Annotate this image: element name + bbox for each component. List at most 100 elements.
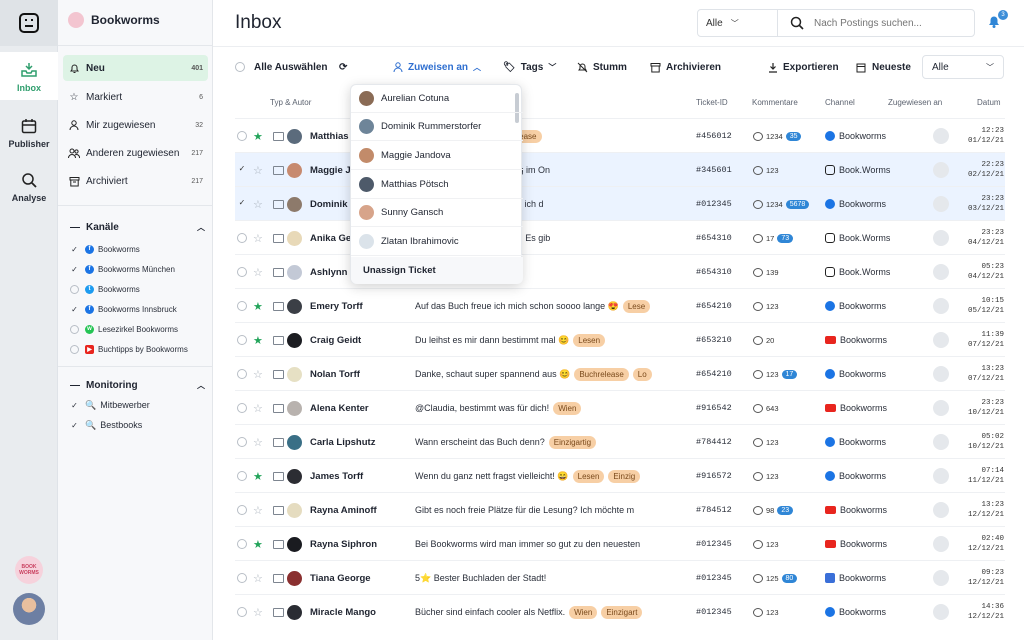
- assignee-avatar[interactable]: [933, 196, 949, 212]
- checkbox[interactable]: [70, 324, 79, 334]
- tags-button[interactable]: 🏷 Tags ﹀: [503, 58, 556, 76]
- refresh-button[interactable]: ⟳: [339, 58, 347, 76]
- checkbox[interactable]: [70, 284, 79, 294]
- assignee-avatar[interactable]: [933, 230, 949, 246]
- column-header-ticket[interactable]: Ticket-ID: [696, 98, 728, 107]
- monitoring-item[interactable]: ✓ 🔍 Mitbewerber: [70, 396, 210, 414]
- checkmark-icon[interactable]: ✓: [70, 401, 79, 410]
- row-checkbox[interactable]: [237, 301, 247, 311]
- tag-badge[interactable]: Lese: [622, 299, 651, 313]
- channel-item[interactable]: ▶ Buchtipps by Bookworms: [70, 340, 210, 358]
- column-header-comments[interactable]: Kommentare: [752, 98, 798, 107]
- star-icon[interactable]: ☆: [253, 266, 263, 279]
- tag-badge[interactable]: Wien: [553, 401, 582, 415]
- status-filter-select[interactable]: Alle ﹀: [922, 55, 1004, 79]
- assignee-avatar[interactable]: [933, 536, 949, 552]
- table-row[interactable]: ☆ Tiana George 5⭐ Bester Buchladen der Sta…: [235, 560, 1005, 594]
- row-checkbox[interactable]: [237, 573, 247, 583]
- checkmark-icon[interactable]: ✓: [70, 305, 79, 314]
- nav-item-archiviert[interactable]: Archiviert 217: [63, 168, 208, 194]
- assignee-avatar[interactable]: [933, 162, 949, 178]
- tag-badge[interactable]: Lesen: [573, 333, 606, 347]
- select-all-checkbox[interactable]: [235, 62, 245, 72]
- row-checkbox[interactable]: [237, 505, 247, 515]
- assignee-avatar[interactable]: [933, 400, 949, 416]
- channel-item[interactable]: w Lesezirkel Bookworms: [70, 320, 210, 338]
- mute-button[interactable]: Stumm: [577, 58, 627, 76]
- column-header-assigned[interactable]: Zugewiesen an: [888, 98, 942, 107]
- row-checkbox[interactable]: [237, 335, 247, 345]
- row-checkbox[interactable]: [237, 369, 247, 379]
- tag-badge[interactable]: Buchrelease: [574, 367, 629, 381]
- filter-select[interactable]: Alle ﹀: [698, 10, 778, 36]
- column-header-type-author[interactable]: Typ & Autor: [270, 98, 311, 107]
- star-icon[interactable]: ☆: [253, 606, 263, 619]
- select-all[interactable]: Alle Auswählen: [235, 58, 328, 76]
- table-row[interactable]: ★ James Torff Wenn du ganz nett fragst vie…: [235, 458, 1005, 492]
- assignee-avatar[interactable]: [933, 366, 949, 382]
- channels-section-header[interactable]: — Kanäle ︿: [70, 222, 205, 233]
- assign-option[interactable]: Zlatan Ibrahimovic: [351, 228, 523, 256]
- star-icon[interactable]: ★: [253, 538, 263, 551]
- assign-option[interactable]: Aurelian Cotuna: [351, 85, 523, 113]
- row-checkbox[interactable]: [237, 437, 247, 447]
- table-row[interactable]: ★ Emery Torff Auf das Buch freue ich mich …: [235, 288, 1005, 322]
- row-checkbox[interactable]: [237, 131, 247, 141]
- nav-item-markiert[interactable]: ☆ Markiert 6: [63, 84, 208, 110]
- channel-item[interactable]: ✓ f Bookworms Innsbruck: [70, 300, 210, 318]
- assignee-avatar[interactable]: [933, 468, 949, 484]
- table-row[interactable]: ☆ Alena Kenter @Claudia, bestimmt was für …: [235, 390, 1005, 424]
- star-icon[interactable]: ☆: [253, 164, 263, 177]
- assignee-avatar[interactable]: [933, 128, 949, 144]
- row-checkbox[interactable]: [237, 471, 247, 481]
- user-avatar[interactable]: [13, 593, 45, 625]
- nav-item-neu[interactable]: Neu 401: [63, 55, 208, 81]
- assignee-avatar[interactable]: [933, 434, 949, 450]
- star-icon[interactable]: ☆: [253, 232, 263, 245]
- star-icon[interactable]: ★: [253, 470, 263, 483]
- row-checkbox[interactable]: [237, 607, 247, 617]
- rail-item-analyse[interactable]: Analyse: [0, 162, 58, 210]
- table-row[interactable]: ☆ Carla Lipshutz Wann erscheint das Buch d…: [235, 424, 1005, 458]
- checkbox[interactable]: [70, 344, 79, 354]
- row-checkbox[interactable]: [237, 403, 247, 413]
- star-icon[interactable]: ★: [253, 300, 263, 313]
- channel-item[interactable]: t Bookworms: [70, 280, 210, 298]
- row-checkbox[interactable]: [237, 233, 247, 243]
- star-icon[interactable]: ☆: [253, 368, 263, 381]
- table-row[interactable]: ☆ Miracle Mango Bücher sind einfach cooler…: [235, 594, 1005, 628]
- star-icon[interactable]: ☆: [253, 504, 263, 517]
- column-header-date[interactable]: Datum: [977, 98, 1001, 107]
- assignee-avatar[interactable]: [933, 332, 949, 348]
- tag-badge[interactable]: Lo: [632, 367, 652, 381]
- star-icon[interactable]: ★: [253, 130, 263, 143]
- star-icon[interactable]: ☆: [253, 198, 263, 211]
- monitoring-section-header[interactable]: — Monitoring ︿: [70, 380, 205, 391]
- star-icon[interactable]: ☆: [253, 402, 263, 415]
- checkmark-icon[interactable]: ✓: [70, 245, 79, 254]
- nav-item-mir-zugewiesen[interactable]: Mir zugewiesen 32: [63, 112, 208, 138]
- archive-button[interactable]: Archivieren: [650, 58, 721, 76]
- column-header-channel[interactable]: Channel: [825, 98, 855, 107]
- assign-option[interactable]: Maggie Jandova: [351, 142, 523, 170]
- row-checkbox[interactable]: [237, 539, 247, 549]
- nav-item-anderen-zugewiesen[interactable]: Anderen zugewiesen 217: [63, 140, 208, 166]
- assignee-avatar[interactable]: [933, 264, 949, 280]
- checkmark-icon[interactable]: ✓: [70, 421, 79, 430]
- row-checkbox[interactable]: ✓: [237, 165, 247, 175]
- table-row[interactable]: ☆ Nolan Torff Danke, schaut super spannend…: [235, 356, 1005, 390]
- star-icon[interactable]: ☆: [253, 572, 263, 585]
- tag-badge[interactable]: Wien: [569, 605, 598, 619]
- rail-item-publisher[interactable]: Publisher: [0, 108, 58, 156]
- tag-badge[interactable]: Einzigart: [601, 605, 643, 619]
- assign-option[interactable]: Matthias Pötsch: [351, 171, 523, 199]
- assignee-avatar[interactable]: [933, 298, 949, 314]
- export-button[interactable]: Exportieren: [768, 58, 839, 76]
- checkmark-icon[interactable]: ✓: [70, 265, 79, 274]
- rail-item-inbox[interactable]: Inbox: [0, 52, 58, 100]
- brand-avatar[interactable]: BOOK WORMS: [15, 556, 43, 584]
- table-row[interactable]: ★ Craig Geidt Du leihst es mir dann bestim…: [235, 322, 1005, 356]
- search-input[interactable]: [814, 17, 964, 29]
- assignee-avatar[interactable]: [933, 502, 949, 518]
- row-checkbox[interactable]: [237, 267, 247, 277]
